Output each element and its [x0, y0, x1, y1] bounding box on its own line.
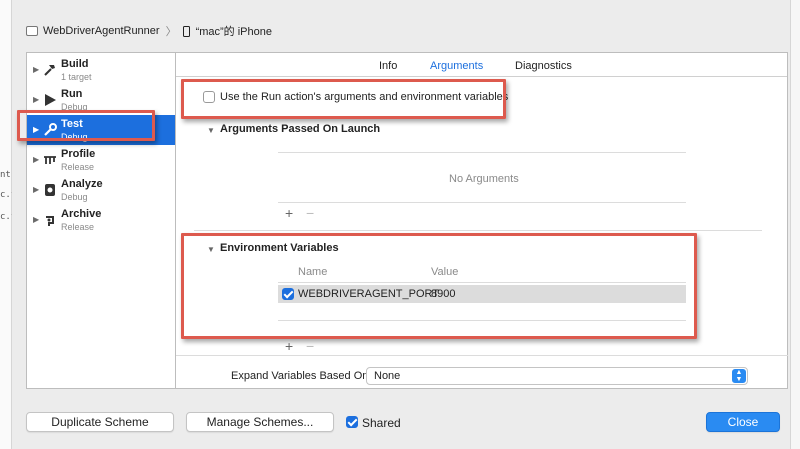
shared-label: Shared	[362, 416, 401, 430]
divider	[278, 152, 686, 153]
use-run-action-checkbox[interactable]	[203, 91, 215, 103]
no-arguments-text: No Arguments	[449, 173, 519, 185]
close-button[interactable]: Close	[706, 412, 780, 432]
manage-schemes-button[interactable]: Manage Schemes...	[186, 412, 334, 432]
hammer-icon	[43, 62, 57, 78]
wrench-icon	[43, 122, 57, 138]
table-row[interactable]: WEBDRIVERAGENT_PORT 8900	[278, 285, 686, 303]
env-column-value: Value	[431, 266, 459, 278]
expand-variables-value: None	[374, 370, 401, 382]
sidebar-item-sublabel: Release	[61, 162, 95, 172]
divider	[194, 230, 762, 231]
tab-arguments[interactable]: Arguments	[430, 60, 483, 72]
disclosure-triangle-icon[interactable]: ▶	[33, 185, 39, 194]
breadcrumb-device[interactable]: “mac”的 iPhone	[196, 23, 272, 39]
add-env-variable-button[interactable]: +	[285, 338, 293, 354]
expand-variables-select[interactable]: None ▲ ▼	[366, 367, 748, 385]
arguments-section-title: Arguments Passed On Launch	[220, 123, 381, 135]
background-window-edge	[790, 0, 800, 449]
scheme-icon	[26, 26, 38, 36]
background-editor-edge: nt c.f c.f	[0, 0, 16, 449]
sidebar-item-label: Analyze	[61, 178, 103, 190]
sidebar-item-sublabel: 1 target	[61, 72, 92, 82]
sidebar-item-label: Run	[61, 88, 83, 100]
remove-env-variable-button[interactable]: −	[306, 338, 314, 354]
shared-checkbox[interactable]	[346, 416, 358, 428]
tab-bar: Info Arguments Diagnostics	[176, 53, 787, 77]
sidebar-item-build[interactable]: ▶ Build 1 target	[27, 55, 175, 85]
divider	[278, 202, 686, 203]
archive-icon	[43, 212, 57, 228]
disclosure-triangle-icon[interactable]: ▶	[33, 65, 39, 74]
play-icon	[43, 92, 57, 108]
sidebar-item-sublabel: Release	[61, 222, 95, 232]
scheme-actions-sidebar: ▶ Build 1 target ▶ Run Debug ▶ Test Debu…	[26, 52, 176, 389]
sidebar-item-sublabel: Debug	[61, 132, 88, 142]
env-variable-value[interactable]: 8900	[431, 288, 455, 300]
sidebar-item-sublabel: Debug	[61, 192, 88, 202]
divider	[278, 282, 686, 283]
env-variable-name[interactable]: WEBDRIVERAGENT_PORT	[298, 288, 439, 300]
divider	[176, 355, 788, 356]
profile-icon	[43, 152, 57, 168]
expand-variables-label: Expand Variables Based On	[231, 370, 369, 382]
sidebar-item-test[interactable]: ▶ Test Debug	[27, 115, 175, 145]
sidebar-item-profile[interactable]: ▶ Profile Release	[27, 145, 175, 175]
disclosure-triangle-icon[interactable]: ▶	[33, 155, 39, 164]
breadcrumb[interactable]: WebDriverAgentRunner 〉 “mac”的 iPhone	[26, 20, 272, 42]
use-run-action-label: Use the Run action's arguments and envir…	[220, 91, 509, 103]
iphone-icon	[182, 25, 190, 37]
sidebar-item-archive[interactable]: ▶ Archive Release	[27, 205, 175, 235]
tab-info[interactable]: Info	[379, 60, 397, 72]
sidebar-item-label: Build	[61, 58, 89, 70]
scheme-editor-sheet: WebDriverAgentRunner 〉 “mac”的 iPhone ▶ B…	[12, 0, 790, 449]
duplicate-scheme-button[interactable]: Duplicate Scheme	[26, 412, 174, 432]
sidebar-item-label: Archive	[61, 208, 102, 220]
breadcrumb-scheme[interactable]: WebDriverAgentRunner	[43, 25, 160, 37]
analyze-icon	[43, 182, 57, 198]
collapse-triangle-icon[interactable]: ▼	[207, 245, 215, 254]
sidebar-item-label: Profile	[61, 148, 96, 160]
disclosure-triangle-icon[interactable]: ▶	[33, 215, 39, 224]
env-variable-enabled-checkbox[interactable]	[282, 288, 294, 300]
tab-diagnostics[interactable]: Diagnostics	[515, 60, 572, 72]
remove-argument-button[interactable]: −	[306, 205, 314, 221]
add-argument-button[interactable]: +	[285, 205, 293, 221]
disclosure-triangle-icon[interactable]: ▶	[33, 125, 39, 134]
sidebar-item-analyze[interactable]: ▶ Analyze Debug	[27, 175, 175, 205]
divider	[278, 320, 686, 321]
chevron-right-icon: 〉	[165, 26, 177, 38]
env-column-name: Name	[298, 266, 328, 278]
sidebar-item-label: Test	[61, 118, 83, 130]
collapse-triangle-icon[interactable]: ▼	[207, 126, 215, 135]
environment-section-title: Environment Variables	[220, 242, 339, 254]
sidebar-item-sublabel: Debug	[61, 102, 88, 112]
disclosure-triangle-icon[interactable]: ▶	[33, 95, 39, 104]
sidebar-item-run[interactable]: ▶ Run Debug	[27, 85, 175, 115]
up-down-arrows-icon: ▲ ▼	[732, 369, 746, 383]
scheme-action-panel: Info Arguments Diagnostics Use the Run a…	[176, 52, 788, 389]
